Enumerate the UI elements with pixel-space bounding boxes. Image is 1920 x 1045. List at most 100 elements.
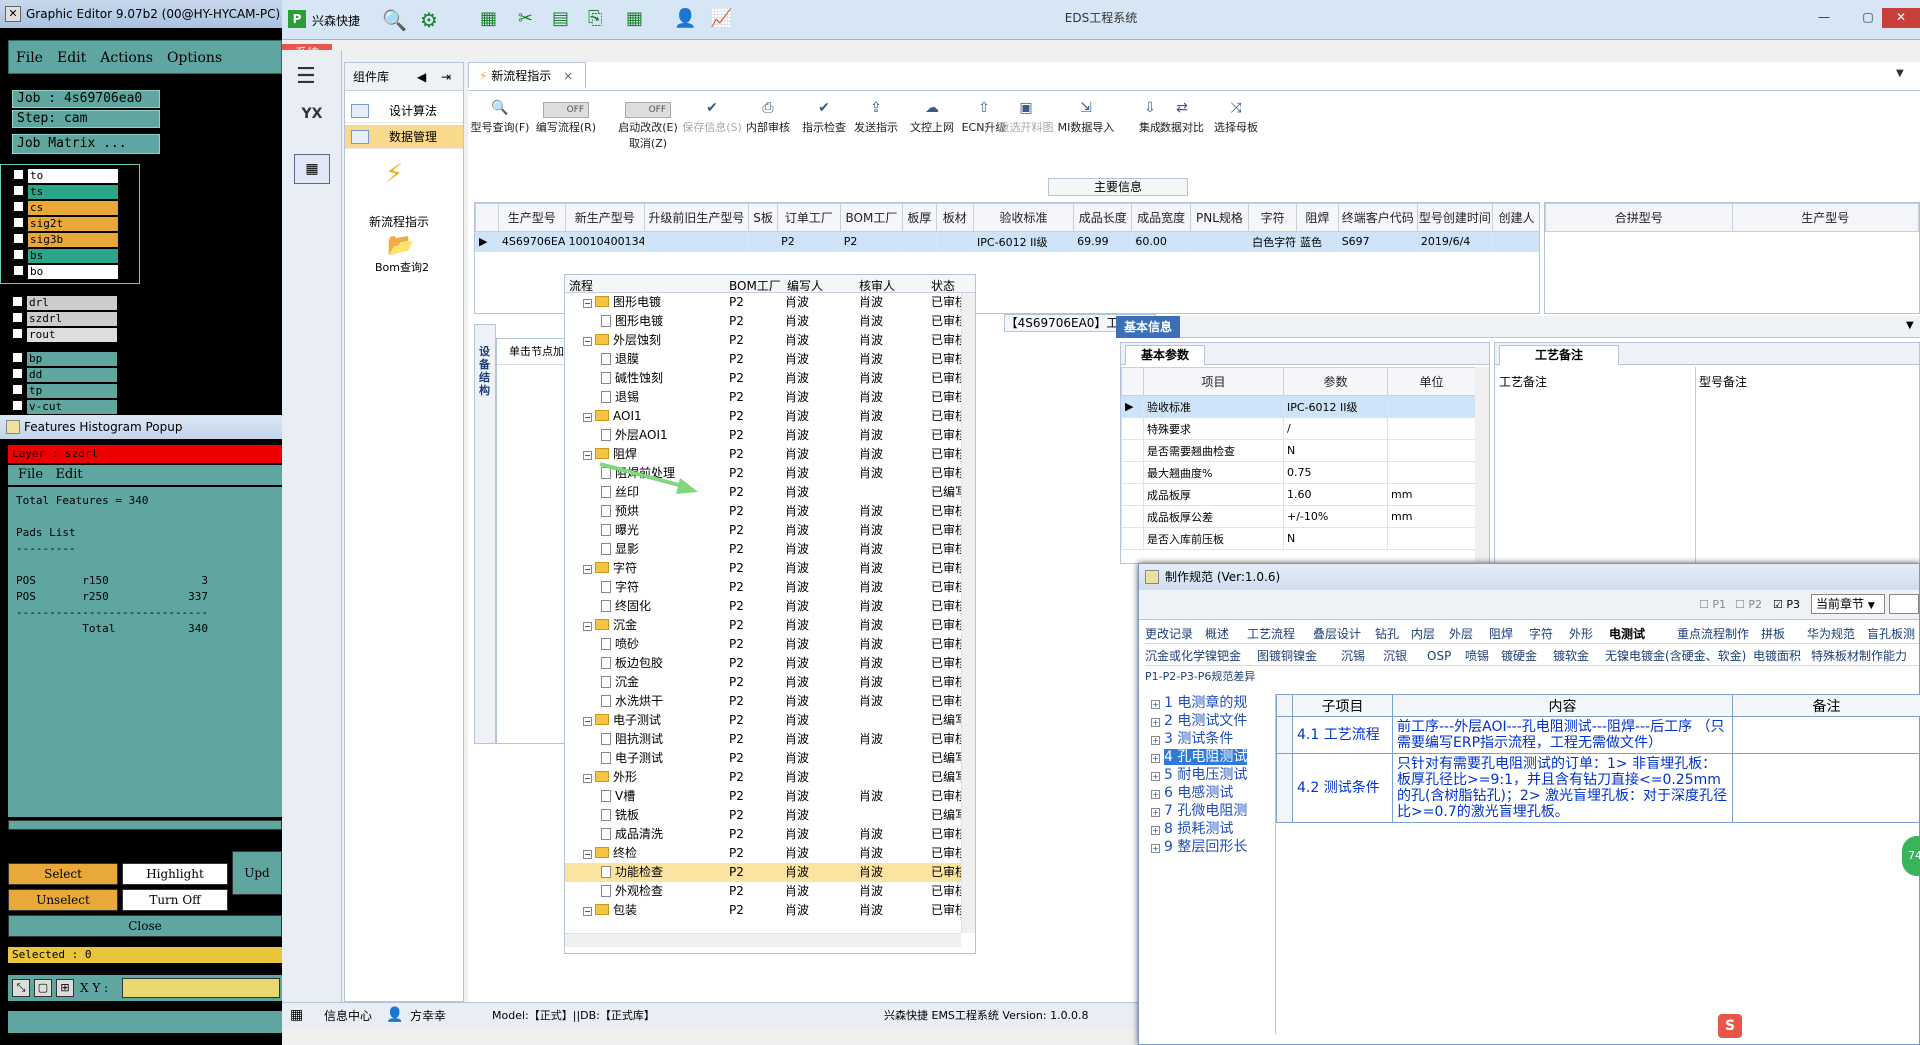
tree-row[interactable]: 成品清洗 P2 肖波 肖波 已审核 xyxy=(565,825,961,844)
spec-tab[interactable]: 概述 xyxy=(1205,624,1229,644)
layer-checkbox[interactable] xyxy=(12,384,23,395)
table-icon[interactable]: ▦ xyxy=(480,8,497,29)
spec-tab[interactable]: 钻孔 xyxy=(1375,624,1399,644)
scissors-icon[interactable]: ✂ xyxy=(518,8,533,29)
spec-tab[interactable]: 电测试 xyxy=(1609,624,1645,644)
comp-item-design[interactable]: 设计算法 xyxy=(345,99,463,123)
hist-menu-file[interactable]: File xyxy=(18,467,43,482)
layer-checkbox[interactable] xyxy=(12,312,23,323)
col-header[interactable]: 字符 xyxy=(1248,203,1298,232)
spec-tab[interactable]: 镀硬金 xyxy=(1501,646,1537,666)
turn-off-button[interactable]: Turn Off xyxy=(122,889,228,911)
spec-tab[interactable]: 镀软金 xyxy=(1553,646,1589,666)
lightning-icon[interactable]: ⚡ xyxy=(385,159,403,189)
layer-checkbox[interactable] xyxy=(12,400,23,411)
tree-row[interactable]: 终固化 P2 肖波 肖波 已审核 xyxy=(565,597,961,616)
toc-item[interactable]: +7 孔微电阻测 xyxy=(1151,802,1271,820)
menu-file[interactable]: File xyxy=(9,41,50,75)
spec-breadcrumb[interactable]: P1-P2-P3-P6规范差异 xyxy=(1145,668,1255,684)
horizontal-scrollbar[interactable] xyxy=(565,933,961,947)
search-icon[interactable]: 🔍 xyxy=(382,8,407,32)
table-row[interactable]: 是否需要翘曲检查 N xyxy=(1121,439,1476,462)
layer-checkbox[interactable] xyxy=(13,169,24,180)
layer-row[interactable]: drl xyxy=(12,296,132,310)
toolbar-button[interactable]: ▣ 重选开料图 xyxy=(994,97,1058,167)
col-header[interactable]: 创建人 xyxy=(1491,203,1539,232)
toolbar-button[interactable]: OFF 编写流程(R) xyxy=(534,97,598,167)
toc-item[interactable]: +8 损耗测试 xyxy=(1151,820,1271,838)
tree-row[interactable]: 喷砂 P2 肖波 肖波 已审核 xyxy=(565,635,961,654)
spec-tab[interactable]: 盲孔板测 xyxy=(1867,624,1915,644)
vertical-scrollbar[interactable] xyxy=(961,293,975,933)
tree-row[interactable]: − 沉金 P2 肖波 肖波 已审核 xyxy=(565,616,961,635)
layer-checkbox[interactable] xyxy=(12,352,23,363)
expand-icon[interactable]: + xyxy=(1151,700,1160,709)
tree-row[interactable]: 沉金 P2 肖波 肖波 已审核 xyxy=(565,673,961,692)
spec-tab[interactable]: 外形 xyxy=(1569,624,1593,644)
table-row[interactable]: 特殊要求 / xyxy=(1121,417,1476,440)
expand-icon[interactable]: + xyxy=(1151,826,1160,835)
collapse-icon[interactable]: − xyxy=(583,565,592,574)
col-header[interactable]: 项目 xyxy=(1143,367,1284,396)
spec-tab[interactable]: 特殊板材制作能力 xyxy=(1811,646,1907,666)
highlight-button[interactable]: Highlight xyxy=(122,863,228,885)
export-icon[interactable]: ⎘ xyxy=(588,8,602,29)
settings-icon[interactable]: ⚙ xyxy=(420,8,438,32)
col-header[interactable]: 型号创建时间 xyxy=(1416,203,1493,232)
layer-row[interactable]: sig2t xyxy=(13,217,133,231)
minimize-icon[interactable]: — xyxy=(1802,8,1846,28)
layer-checkbox[interactable] xyxy=(12,296,23,307)
close-tab-icon[interactable]: × xyxy=(563,69,573,83)
layer-checkbox[interactable] xyxy=(12,328,23,339)
layer-row[interactable]: bo xyxy=(13,265,133,279)
layer-row[interactable]: v-cut xyxy=(12,400,132,414)
collapse-icon[interactable]: − xyxy=(583,451,592,460)
close-button[interactable]: Close xyxy=(8,915,282,937)
yx-module-icon[interactable]: YX xyxy=(292,106,332,142)
tree-row[interactable]: 功能检查 P2 肖波 肖波 已审核 xyxy=(565,863,961,882)
col-header[interactable]: 阻焊 xyxy=(1296,203,1339,232)
table-row[interactable]: 4.2 测试条件 只针对有需要孔电阻测试的订单：1> 非盲埋孔板：板厚孔径比>=9… xyxy=(1276,753,1920,823)
tree-row[interactable]: 铣板 P2 肖波 已编写 xyxy=(565,806,961,825)
pin-icon[interactable]: ⇥ xyxy=(441,63,451,91)
tab-basic-params[interactable]: 基本参数 xyxy=(1125,345,1205,365)
spec-tab[interactable]: 更改记录 xyxy=(1145,624,1193,644)
collapse-icon[interactable]: − xyxy=(583,907,592,916)
menu-edit[interactable]: Edit xyxy=(50,41,93,75)
layer-checkbox[interactable] xyxy=(13,233,24,244)
layer-row[interactable]: tp xyxy=(12,384,132,398)
layer-row[interactable]: to xyxy=(13,169,133,183)
spec-tab[interactable]: 叠层设计 xyxy=(1313,624,1361,644)
horizontal-scrollbar[interactable] xyxy=(8,820,282,830)
layer-checkbox[interactable] xyxy=(13,217,24,228)
ime-logo-icon[interactable]: S xyxy=(1718,1014,1742,1038)
tree-row[interactable]: 曝光 P2 肖波 肖波 已审核 xyxy=(565,521,961,540)
layer-row[interactable]: dd xyxy=(12,368,132,382)
side-tab-structure[interactable]: 设备结构 xyxy=(474,324,496,744)
info-center[interactable]: 信息中心 xyxy=(324,1007,372,1024)
menu-actions[interactable]: Actions xyxy=(93,41,160,75)
spec-tab[interactable]: 外层 xyxy=(1449,624,1473,644)
toggle-switch[interactable]: OFF xyxy=(625,102,671,118)
close-icon[interactable]: ✕ xyxy=(1882,8,1920,28)
close-icon[interactable]: ✕ xyxy=(5,6,21,22)
check-p1[interactable]: ☐ P1 xyxy=(1699,598,1726,611)
toc-item[interactable]: +9 整层回形长 xyxy=(1151,838,1271,856)
col-header[interactable]: 流程 xyxy=(569,277,593,294)
tree-row[interactable]: − 电子测试 P2 肖波 已编写 xyxy=(565,711,961,730)
layer-checkbox[interactable] xyxy=(13,185,24,196)
tree-row[interactable]: − 图形电镀 P2 肖波 肖波 已审核 xyxy=(565,293,961,312)
toolbar-button[interactable]: ⇲ MI数据导入 xyxy=(1054,97,1118,167)
collapse-icon[interactable]: − xyxy=(583,299,592,308)
expand-icon[interactable]: + xyxy=(1151,808,1160,817)
toc-item[interactable]: +1 电测章的规 xyxy=(1151,694,1271,712)
table-row[interactable]: 成品板厚 1.60 mm xyxy=(1121,483,1476,506)
tree-row[interactable]: 显影 P2 肖波 肖波 已审核 xyxy=(565,540,961,559)
col-header[interactable]: 内容 xyxy=(1392,694,1733,717)
expand-icon[interactable]: + xyxy=(1151,718,1160,727)
expand-icon[interactable]: + xyxy=(1151,736,1160,745)
collapse-icon[interactable]: − xyxy=(583,850,592,859)
film-icon[interactable]: ▤ xyxy=(552,8,569,29)
check-p3[interactable]: ☑ P3 xyxy=(1773,598,1800,611)
spec-tab[interactable]: 字符 xyxy=(1529,624,1553,644)
